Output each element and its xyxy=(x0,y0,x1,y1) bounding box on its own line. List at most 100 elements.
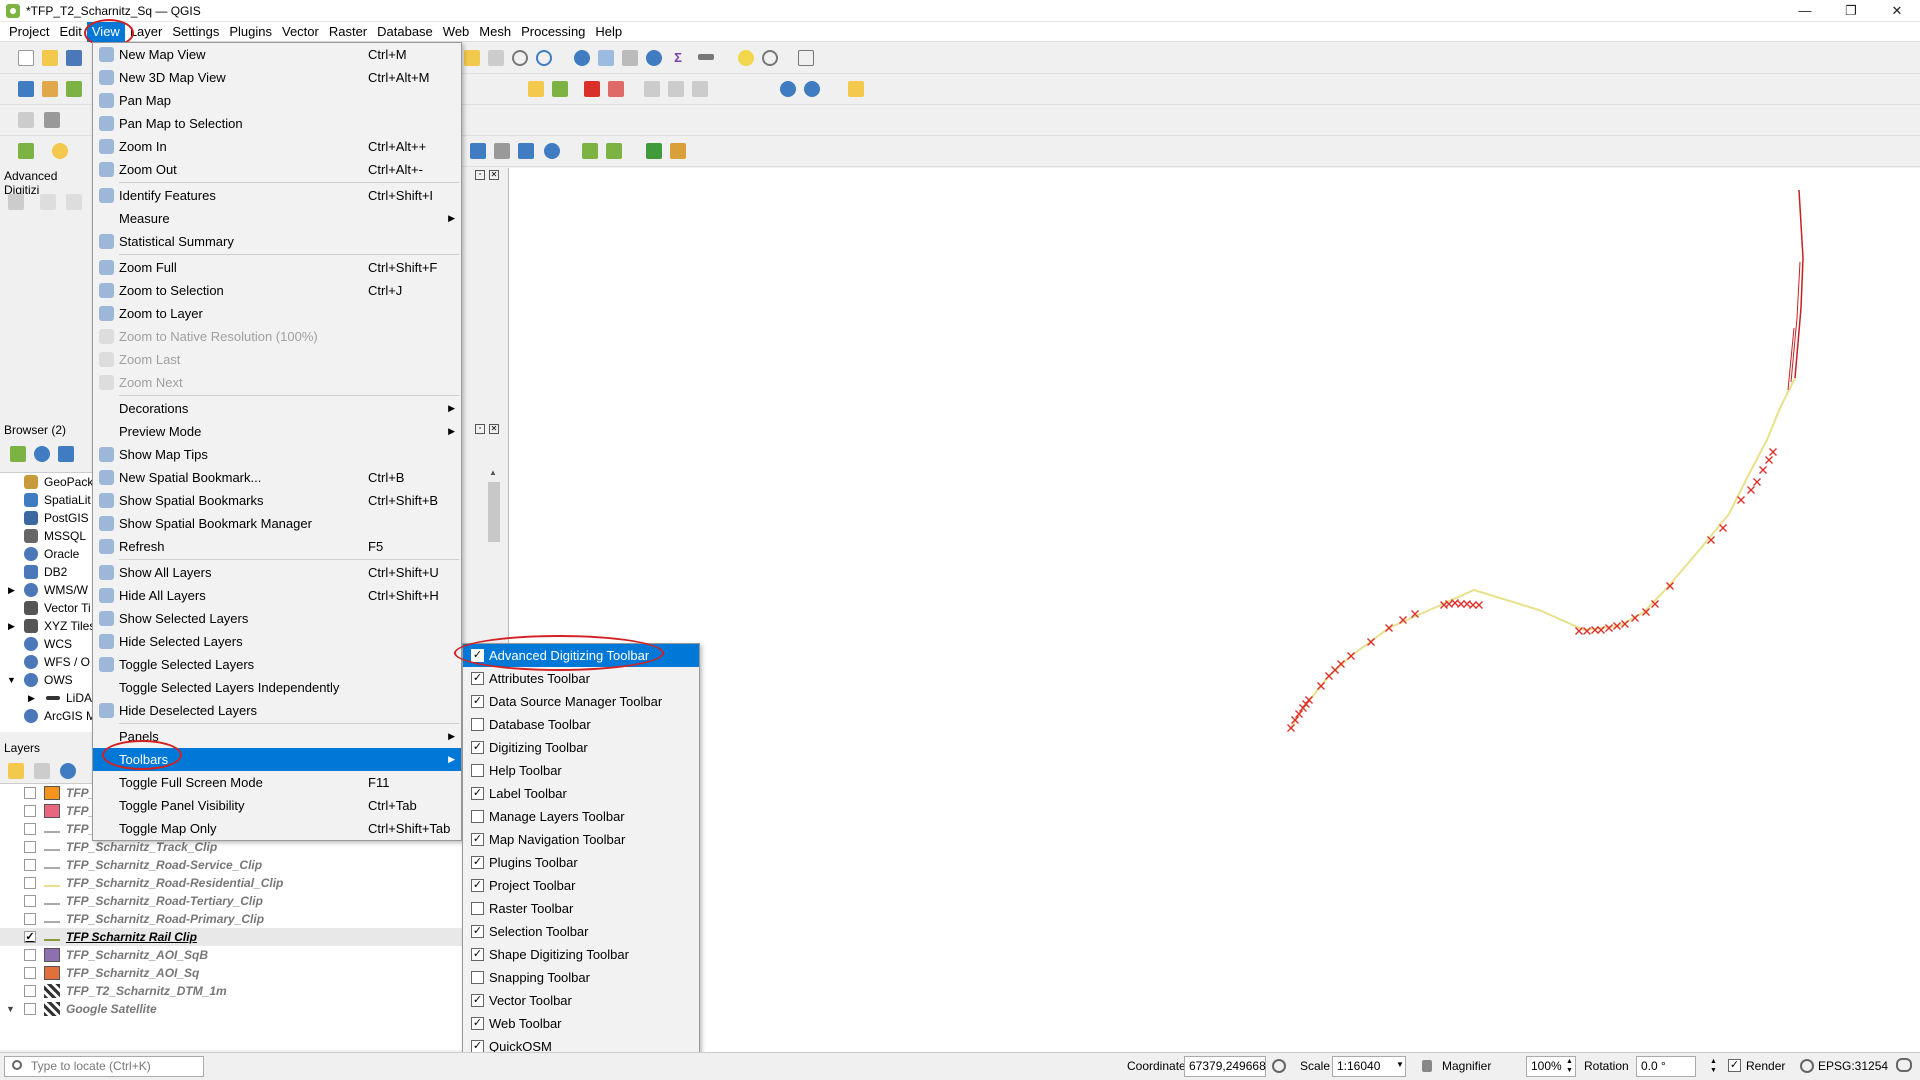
checkbox-checked-icon[interactable]: ✓ xyxy=(471,856,484,869)
browser-item[interactable]: Vector Ti xyxy=(0,599,96,617)
adv-dig-parallel-icon[interactable] xyxy=(66,194,82,210)
digitize-edit-icon[interactable] xyxy=(44,112,60,128)
toolbar-toggle-item[interactable]: ✓ Vector Toolbar xyxy=(463,989,699,1012)
menu-mesh[interactable]: Mesh xyxy=(474,22,516,42)
view-menu-item[interactable]: Refresh F5 xyxy=(93,535,461,558)
layer-visibility-checkbox[interactable] xyxy=(24,841,36,853)
dock-close-icon[interactable]: ✕ xyxy=(489,170,499,180)
view-menu-item[interactable]: New 3D Map View Ctrl+Alt+M xyxy=(93,66,461,89)
view-menu-item[interactable]: Panels ▶ xyxy=(93,725,461,748)
add-group-icon[interactable] xyxy=(34,763,50,779)
view-menu-item[interactable]: Pan Map xyxy=(93,89,461,112)
shape-tool-4-icon[interactable] xyxy=(544,143,560,159)
text-annotation-icon[interactable] xyxy=(798,50,814,66)
view-menu-item[interactable]: Measure ▶ xyxy=(93,207,461,230)
menu-web[interactable]: Web xyxy=(438,22,475,42)
layer-visibility-checkbox[interactable] xyxy=(24,1003,36,1015)
toolbar-toggle-item[interactable]: ✓ Attributes Toolbar xyxy=(463,667,699,690)
layer-visibility-checkbox[interactable] xyxy=(24,805,36,817)
dock-float-icon[interactable]: ▫ xyxy=(475,424,485,434)
coordinate-field[interactable]: 67379,249668 xyxy=(1184,1056,1266,1077)
view-menu-item[interactable]: Toggle Full Screen Mode F11 xyxy=(93,771,461,794)
identify-icon[interactable] xyxy=(574,50,590,66)
label-rotate-icon[interactable] xyxy=(644,81,660,97)
toolbar-toggle-item[interactable]: ✓ Map Navigation Toolbar xyxy=(463,828,699,851)
layer-visibility-checkbox[interactable] xyxy=(24,967,36,979)
locator-input[interactable]: Type to locate (Ctrl+K) xyxy=(4,1056,204,1077)
browser-item[interactable]: GeoPack xyxy=(0,473,96,491)
minimize-button[interactable]: — xyxy=(1782,0,1828,22)
view-menu-item[interactable]: Toggle Selected Layers Independently xyxy=(93,676,461,699)
view-menu-item[interactable]: Decorations ▶ xyxy=(93,397,461,420)
open-project-icon[interactable] xyxy=(42,50,58,66)
view-menu-item[interactable]: Show Spatial Bookmark Manager xyxy=(93,512,461,535)
view-menu-item[interactable]: Statistical Summary xyxy=(93,230,461,253)
maximize-button[interactable]: ❐ xyxy=(1828,0,1874,22)
layer-visibility-checkbox[interactable] xyxy=(24,877,36,889)
layer-visibility-checkbox[interactable] xyxy=(24,859,36,871)
shape-tool-3-icon[interactable] xyxy=(518,143,534,159)
browser-filter-icon[interactable] xyxy=(58,446,74,462)
menu-view[interactable]: View xyxy=(86,21,125,42)
python-console-icon[interactable] xyxy=(848,81,864,97)
toolbar-toggle-item[interactable]: Help Toolbar xyxy=(463,759,699,782)
checkbox-checked-icon[interactable]: ✓ xyxy=(471,649,484,662)
scale-dropdown-icon[interactable]: ▼ xyxy=(1396,1060,1404,1069)
new-layer-icon[interactable] xyxy=(18,143,34,159)
dock-close-icon[interactable]: ✕ xyxy=(489,424,499,434)
browser-add-icon[interactable] xyxy=(10,446,26,462)
select-features-icon[interactable] xyxy=(52,143,68,159)
menu-vector[interactable]: Vector xyxy=(277,22,324,42)
checkbox-checked-icon[interactable]: ✓ xyxy=(471,925,484,938)
view-menu-item[interactable]: Toggle Map Only Ctrl+Shift+Tab xyxy=(93,817,461,840)
browser-item[interactable]: ▶ WMS/W xyxy=(0,581,96,599)
label-hide-icon[interactable] xyxy=(608,81,624,97)
view-menu-item[interactable]: Toolbars ▶ xyxy=(93,748,461,771)
adv-dig-enable-icon[interactable] xyxy=(8,194,24,210)
view-menu-item[interactable]: New Map View Ctrl+M xyxy=(93,43,461,66)
zoom-tool-icon[interactable] xyxy=(762,50,778,66)
view-menu-item[interactable]: Identify Features Ctrl+Shift+I xyxy=(93,184,461,207)
processing-gear-icon[interactable] xyxy=(646,50,662,66)
shape-tool-8-icon[interactable] xyxy=(670,143,686,159)
toolbar-toggle-item[interactable]: ✓ Digitizing Toolbar xyxy=(463,736,699,759)
layer-row[interactable]: ▼ Google Satellite xyxy=(0,1000,470,1018)
toolbar-toggle-item[interactable]: ✓ Project Toolbar xyxy=(463,874,699,897)
checkbox-checked-icon[interactable]: ✓ xyxy=(471,1017,484,1030)
scroll-thumb[interactable] xyxy=(488,482,500,542)
menu-raster[interactable]: Raster xyxy=(324,22,372,42)
toolbar-toggle-item[interactable]: Manage Layers Toolbar xyxy=(463,805,699,828)
view-menu-item[interactable]: Zoom Out Ctrl+Alt+- xyxy=(93,158,461,181)
menu-help[interactable]: Help xyxy=(590,22,627,42)
toolbar-toggle-item[interactable]: ✓ Plugins Toolbar xyxy=(463,851,699,874)
browser-item[interactable]: ▼ OWS xyxy=(0,671,96,689)
menu-edit[interactable]: Edit xyxy=(54,22,86,42)
add-layer-icon[interactable] xyxy=(66,81,82,97)
view-menu-item[interactable]: New Spatial Bookmark... Ctrl+B xyxy=(93,466,461,489)
browser-scrollbar[interactable]: ▲ xyxy=(484,466,508,636)
checkbox-checked-icon[interactable]: ✓ xyxy=(471,741,484,754)
quickosm-icon[interactable] xyxy=(780,81,796,97)
label-move-icon[interactable] xyxy=(668,81,684,97)
view-menu-item[interactable]: Show All Layers Ctrl+Shift+U xyxy=(93,561,461,584)
coordinate-toggle-icon[interactable] xyxy=(1272,1059,1286,1073)
expand-arrow-icon[interactable]: ▶ xyxy=(28,693,35,704)
checkbox-checked-icon[interactable]: ✓ xyxy=(471,787,484,800)
layer-row[interactable]: TFP_Scharnitz_AOI_SqB xyxy=(0,946,470,964)
shape-tool-5-icon[interactable] xyxy=(582,143,598,159)
browser-item[interactable]: ▶ LiDA xyxy=(0,689,96,707)
browser-item[interactable]: DB2 xyxy=(0,563,96,581)
view-menu-item[interactable]: Show Spatial Bookmarks Ctrl+Shift+B xyxy=(93,489,461,512)
layer-visibility-checkbox[interactable]: ✓ xyxy=(24,931,36,943)
layer-row[interactable]: TFP_Scharnitz_Road-Primary_Clip xyxy=(0,910,470,928)
checkbox-unchecked-icon[interactable] xyxy=(471,718,484,731)
dock-float-icon[interactable]: ▫ xyxy=(475,170,485,180)
toolbar-toggle-item[interactable]: ✓ Advanced Digitizing Toolbar xyxy=(463,644,699,667)
menu-settings[interactable]: Settings xyxy=(167,22,224,42)
layer-row[interactable]: TFP_Scharnitz_AOI_Sq xyxy=(0,964,470,982)
expand-arrow-icon[interactable]: ▶ xyxy=(8,585,15,596)
view-menu-item[interactable]: Toggle Panel Visibility Ctrl+Tab xyxy=(93,794,461,817)
view-menu-item[interactable]: Pan Map to Selection xyxy=(93,112,461,135)
map-canvas[interactable] xyxy=(508,168,1920,1052)
browser-item[interactable]: MSSQL xyxy=(0,527,96,545)
